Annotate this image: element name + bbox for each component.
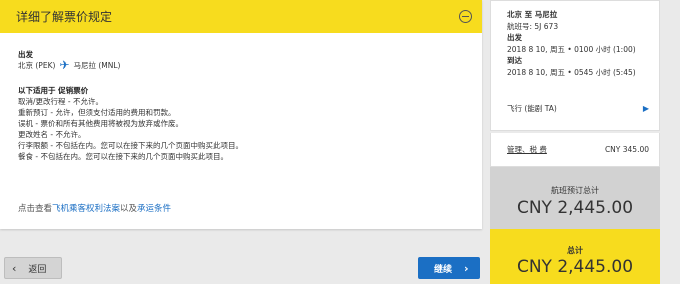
tax-label[interactable]: 管理、税 费 <box>507 144 547 155</box>
route-line: 北京 (PEK) ✈ 马尼拉 (MNL) <box>18 58 464 72</box>
flight-total-amount: CNY 2,445.00 <box>516 198 634 218</box>
destination-text: 马尼拉 (MNL) <box>73 61 121 70</box>
arrive-label: 到达 <box>507 56 522 65</box>
footer-links: 点击查看飞机乘客权利法案以及承运条件 <box>18 202 171 214</box>
rule-cancel: 取消/更改行程 - 不允许。 <box>18 97 104 106</box>
origin-text: 北京 (PEK) <box>18 61 56 70</box>
back-button[interactable]: ‹ 返回 <box>4 257 62 279</box>
arrive-time: 2018 8 10, 周五 • 0545 小时 (5:45) <box>507 67 636 77</box>
rule-meals: 餐食 - 不包括在内。您可以在接下来的几个页面中购买此项目。 <box>18 152 228 161</box>
conditions-link[interactable]: 承运条件 <box>137 204 171 214</box>
plane-icon: ✈ <box>59 58 70 72</box>
depart-label: 出发 <box>507 33 522 42</box>
rule-name-change: 更改姓名 - 不允许。 <box>18 130 86 139</box>
grand-total-amount: CNY 2,445.00 <box>516 257 634 277</box>
rule-no-show: 误机 - 票价和所有其他费用将被视为放弃或作废。 <box>18 119 183 128</box>
flight-number: 航班号: 5J 673 <box>507 21 559 31</box>
grand-total-box: 总计 CNY 2,445.00 <box>490 229 660 284</box>
flight-details: 北京 至 马尼拉 航班号: 5J 673 出发 2018 8 10, 周五 • … <box>490 0 660 131</box>
fare-rules-card: 详细了解票价规定 出发 北京 (PEK) ✈ 马尼拉 (MNL) 以下适用于 促… <box>0 0 482 229</box>
depart-time: 2018 8 10, 周五 • 0100 小时 (1:00) <box>507 44 636 54</box>
expand-arrow-icon: ▶ <box>642 104 649 113</box>
chevron-left-icon: ‹ <box>12 261 17 275</box>
flight-total-label: 航班预订总计 <box>551 186 599 195</box>
operator-row[interactable]: 飞行 (能剧 TA) ▶ <box>507 103 649 115</box>
footer-mid: 以及 <box>120 204 138 214</box>
fare-rules-title: 详细了解票价规定 <box>16 10 113 24</box>
continue-label: 继续 <box>434 264 453 275</box>
back-label: 返回 <box>28 264 47 275</box>
applies-to-heading: 以下适用于 促销票价 <box>18 86 89 95</box>
flight-total-box: 航班预订总计 CNY 2,445.00 <box>490 167 660 229</box>
departure-label: 出发 <box>18 50 33 59</box>
tax-amount: CNY 345.00 <box>604 145 649 154</box>
rule-rebook: 重新预订 - 允许，但须支付适用的费用和罚款。 <box>18 108 176 117</box>
booking-summary: 北京 至 马尼拉 航班号: 5J 673 出发 2018 8 10, 周五 • … <box>490 0 660 284</box>
fare-rules-header[interactable]: 详细了解票价规定 <box>0 0 482 33</box>
collapse-icon[interactable] <box>459 10 472 23</box>
operator-text: 飞行 (能剧 TA) <box>507 104 557 113</box>
footer-prefix: 点击查看 <box>18 204 53 214</box>
grand-total-label: 总计 <box>567 246 583 255</box>
passenger-rights-link[interactable]: 飞机乘客权利法案 <box>52 204 120 214</box>
continue-button[interactable]: 继续 › <box>418 257 480 279</box>
tax-row: 管理、税 费 CNY 345.00 <box>490 133 660 167</box>
fare-rules-body: 出发 北京 (PEK) ✈ 马尼拉 (MNL) 以下适用于 促销票价 取消/更改… <box>0 33 482 178</box>
rule-baggage: 行李限额 - 不包括在内。您可以在接下来的几个页面中购买此项目。 <box>18 141 243 150</box>
chevron-right-icon: › <box>464 261 469 275</box>
summary-route: 北京 至 马尼拉 <box>507 10 558 19</box>
